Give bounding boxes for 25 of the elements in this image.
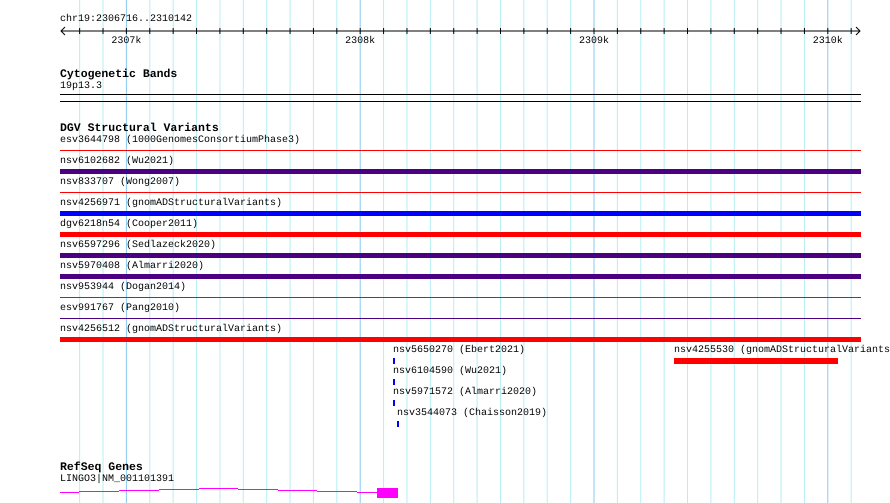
- band-label: 19p13.3: [60, 81, 104, 93]
- variant-label: nsv6102682 (Wu2021): [60, 156, 176, 168]
- variant-label: nsv3544073 (Chaisson2019): [397, 408, 548, 420]
- variant-label: nsv4256512 (gnomADStructuralVariants): [60, 324, 284, 336]
- tick-label: 2310k: [812, 36, 843, 48]
- variant-label: nsv4255530 (gnomADStructuralVariants: [674, 345, 890, 357]
- location-label: chr19:2306716..2310142: [60, 14, 194, 26]
- variant-label: nsv833707 (Wong2007): [60, 177, 182, 189]
- gene-label: LINGO3|NM_001101391: [60, 474, 176, 486]
- variant-label: nsv6104590 (Wu2021): [393, 366, 508, 378]
- tick-label: 2308k: [345, 36, 376, 48]
- variant-label: dgv6218n54 (Cooper2011): [60, 219, 200, 231]
- variant-label: nsv4256971 (gnomADStructuralVariants): [60, 198, 284, 210]
- variant-label: nsv953944 (Dogan2014): [60, 282, 188, 294]
- variant-label: esv991767 (Pang2010): [60, 303, 182, 315]
- tick-label: 2309k: [579, 36, 609, 48]
- variant-label: nsv5971572 (Almarri2020): [393, 387, 538, 399]
- track-title: DGV Structural Variants: [60, 122, 219, 135]
- track-title: RefSeq Genes: [60, 461, 143, 474]
- tick-label: 2307k: [111, 36, 142, 48]
- track-title: Cytogenetic Bands: [60, 68, 178, 81]
- variant-label: esv3644798 (1000GenomesConsortiumPhase3): [60, 135, 302, 147]
- variant-label: nsv6597296 (Sedlazeck2020): [60, 240, 218, 252]
- variant-label: nsv5650270 (Ebert2021): [393, 345, 526, 357]
- variant-label: nsv5970408 (Almarri2020): [60, 261, 206, 273]
